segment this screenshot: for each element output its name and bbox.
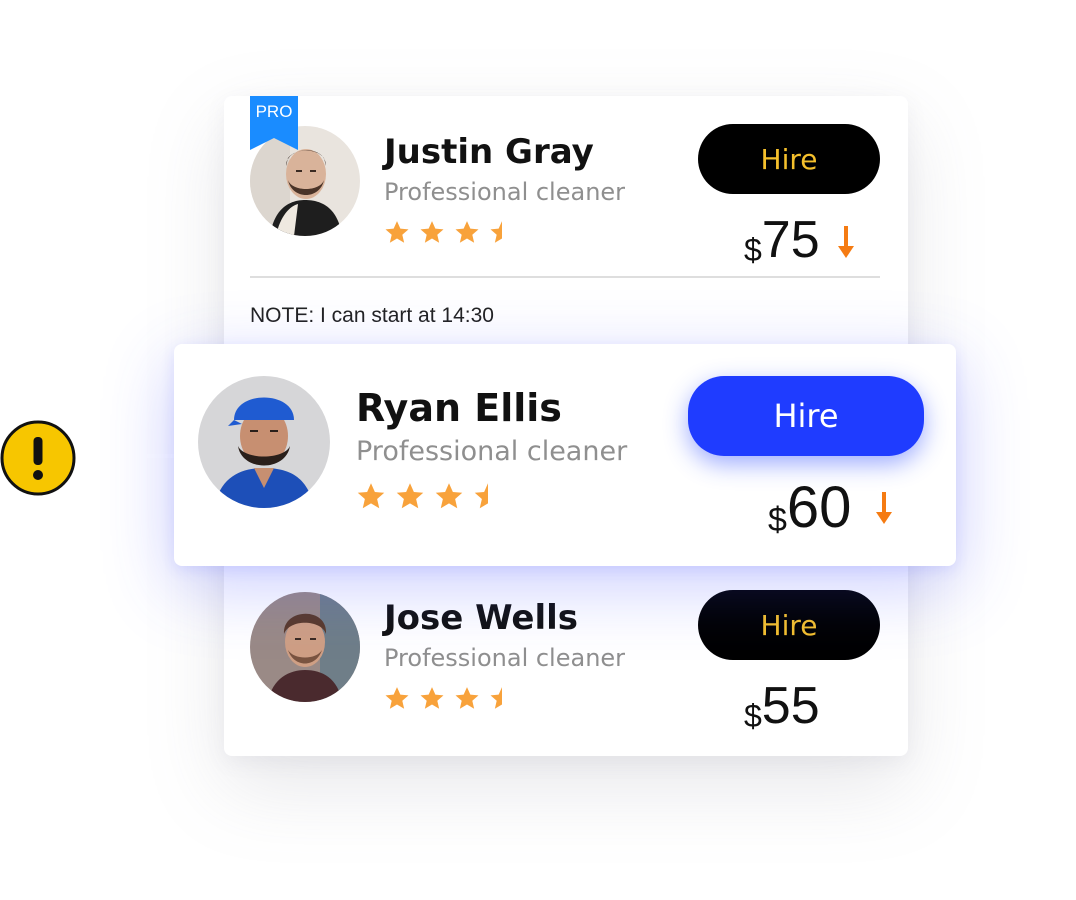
price-ryan-ellis: $60: [768, 474, 851, 541]
avatar-ryan-ellis: [198, 376, 330, 508]
price-value: 75: [761, 211, 820, 269]
star-icon: [356, 482, 386, 512]
exclamation-icon[interactable]: [0, 420, 76, 496]
rating-stars: [384, 220, 515, 246]
alert-connector-line: [76, 454, 174, 458]
hire-cleaner-widget: PRO Justin Gray Professional cleaner Hir…: [0, 0, 1076, 900]
hire-button-jose-wells[interactable]: Hire: [698, 590, 880, 660]
rating-stars: [384, 686, 515, 712]
divider: [250, 276, 880, 278]
worker-name: Justin Gray: [384, 132, 594, 172]
star-icon: [454, 686, 480, 712]
worker-role: Professional cleaner: [384, 178, 626, 206]
worker-role: Professional cleaner: [384, 644, 626, 672]
currency-symbol: $: [744, 698, 762, 734]
worker-name: Ryan Ellis: [356, 386, 562, 430]
half-star-icon: [489, 220, 515, 246]
half-star-icon: [489, 686, 515, 712]
star-icon: [395, 482, 425, 512]
price-value: 60: [786, 475, 852, 540]
price-value: 55: [761, 677, 820, 735]
star-icon: [384, 220, 410, 246]
avatar-jose-wells: [250, 592, 360, 702]
pro-badge-label: PRO: [255, 102, 293, 121]
star-icon: [454, 220, 480, 246]
hire-button-justin-gray[interactable]: Hire: [698, 124, 880, 194]
worker-note: NOTE: I can start at 14:30: [250, 304, 494, 327]
star-icon: [384, 686, 410, 712]
worker-role: Professional cleaner: [356, 436, 628, 467]
hire-button-ryan-ellis[interactable]: Hire: [688, 376, 924, 456]
currency-symbol: $: [744, 232, 762, 268]
arrow-down-icon: [836, 226, 856, 264]
price-jose-wells: $55: [744, 676, 820, 736]
worker-name: Jose Wells: [384, 598, 579, 638]
price-justin-gray: $75: [744, 210, 820, 270]
star-icon: [434, 482, 464, 512]
half-star-icon: [473, 482, 503, 512]
currency-symbol: $: [768, 501, 787, 539]
star-icon: [419, 220, 445, 246]
arrow-down-icon: [874, 492, 894, 530]
rating-stars: [356, 482, 503, 512]
star-icon: [419, 686, 445, 712]
